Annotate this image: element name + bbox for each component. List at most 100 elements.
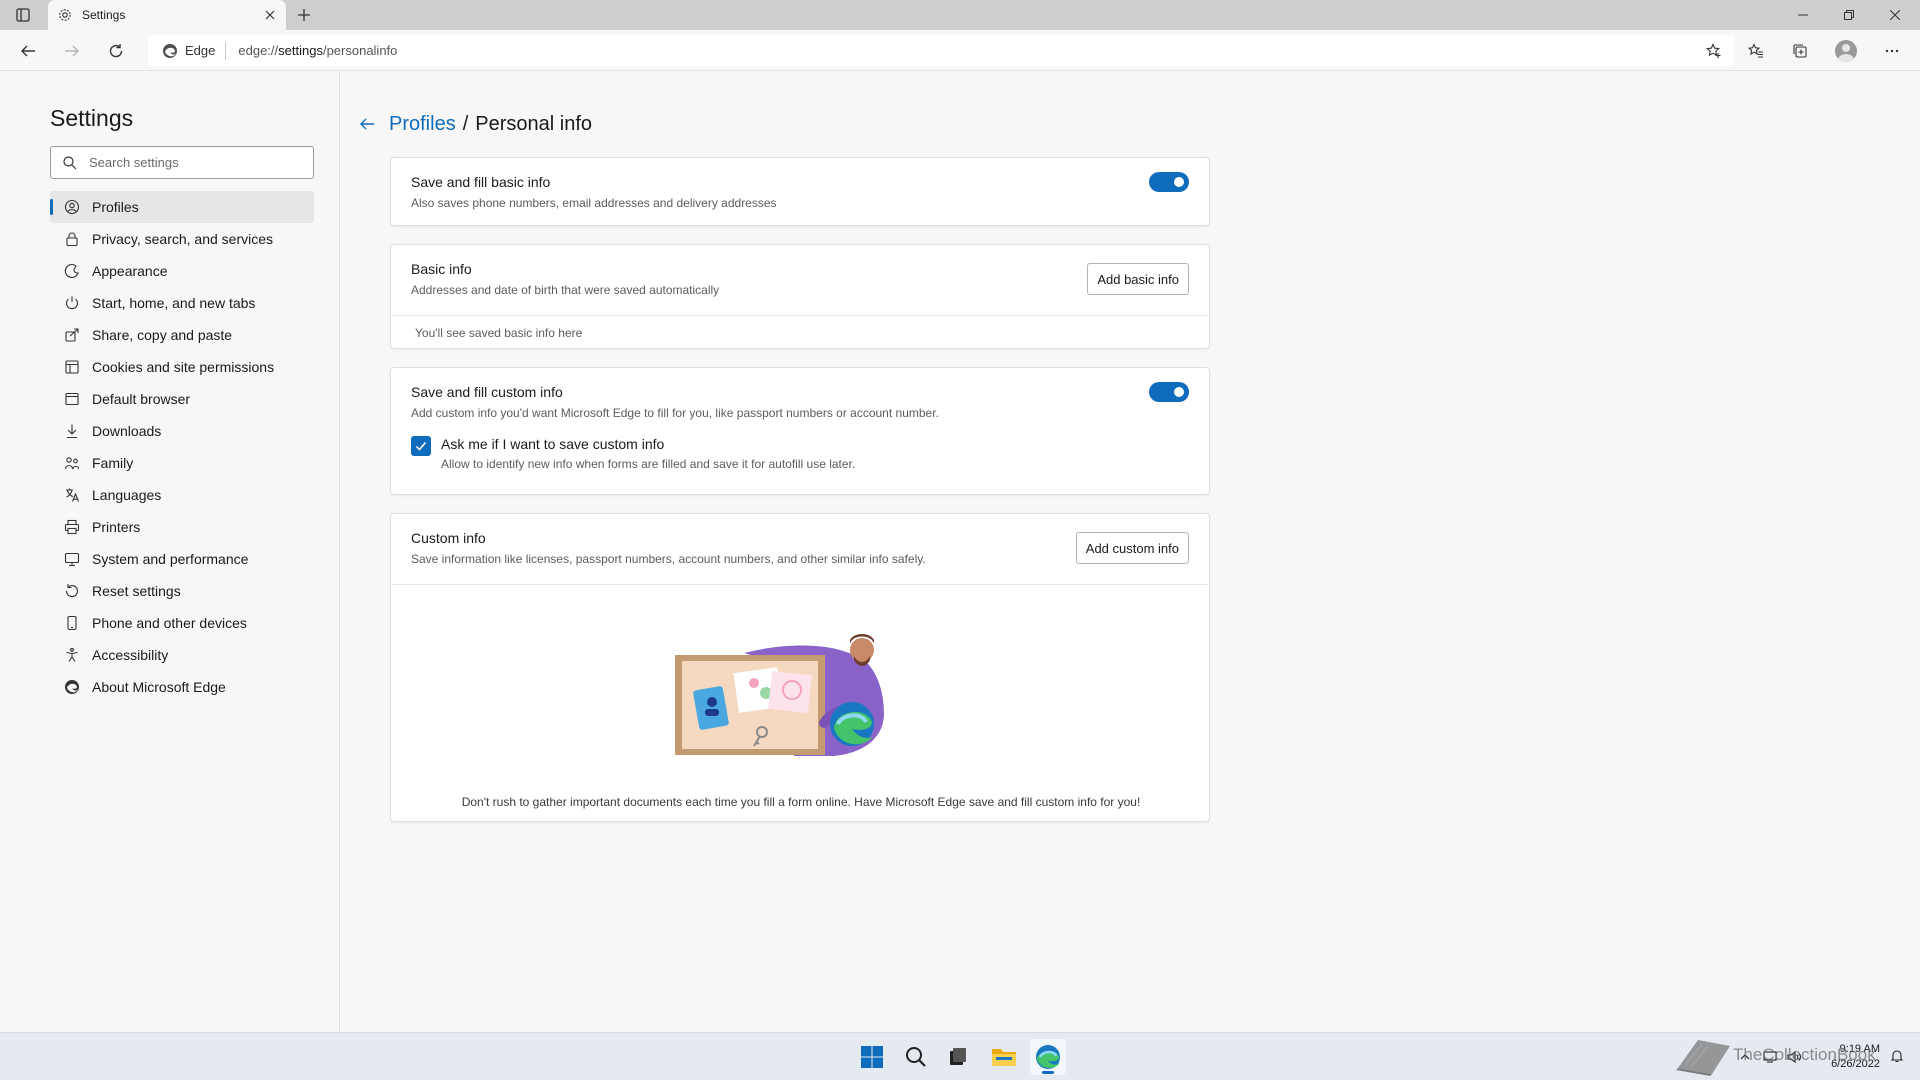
basic-info-row: Basic info Addresses and date of birth t… xyxy=(391,245,1209,315)
ask-save-custom-info-checkbox[interactable] xyxy=(411,436,431,456)
download-icon xyxy=(64,423,80,439)
sidebar-item-family[interactable]: Family xyxy=(50,447,314,479)
sidebar-item-phone[interactable]: Phone and other devices xyxy=(50,607,314,639)
browser-toolbar: Edge edge://settings/personalinfo xyxy=(0,30,1920,71)
cookies-icon xyxy=(64,359,80,375)
sidebar-item-profiles[interactable]: Profiles xyxy=(50,191,314,223)
browser-icon xyxy=(64,391,80,407)
breadcrumb: Profiles / Personal info xyxy=(357,112,592,136)
sidebar-item-privacy[interactable]: Privacy, search, and services xyxy=(50,223,314,255)
sidebar-item-downloads[interactable]: Downloads xyxy=(50,415,314,447)
sidebar-item-languages[interactable]: Languages xyxy=(50,479,314,511)
sidebar-item-label: Family xyxy=(92,455,134,471)
arrow-left-icon xyxy=(360,118,374,130)
sidebar-item-label: Share, copy and paste xyxy=(92,327,233,343)
collections-button[interactable] xyxy=(1785,36,1815,66)
sidebar-item-label: Downloads xyxy=(92,423,162,439)
sidebar-item-start-home[interactable]: Start, home, and new tabs xyxy=(50,287,314,319)
basic-info-desc: Addresses and date of birth that were sa… xyxy=(411,283,720,297)
taskbar-search-button[interactable] xyxy=(898,1039,934,1075)
breadcrumb-separator: / xyxy=(462,112,469,135)
sidebar-title: Settings xyxy=(50,105,134,131)
tab-settings[interactable]: Settings xyxy=(48,0,286,30)
sidebar-item-label: Profiles xyxy=(92,199,139,215)
tab-strip: Settings xyxy=(0,0,1920,30)
printer-icon xyxy=(64,519,80,535)
back-to-profiles-button[interactable] xyxy=(357,114,377,134)
minimize-button[interactable] xyxy=(1780,0,1826,30)
sidebar-item-cookies[interactable]: Cookies and site permissions xyxy=(50,351,314,383)
settings-content: Profiles / Personal info Save and fill b… xyxy=(341,71,1920,1032)
edge-taskbar-button[interactable] xyxy=(1030,1039,1066,1075)
restore-icon xyxy=(1844,10,1854,20)
custom-info-card: Custom info Save information like licens… xyxy=(390,513,1210,822)
sidebar-item-label: Phone and other devices xyxy=(92,615,247,631)
sidebar-item-label: Cookies and site permissions xyxy=(92,359,275,375)
settings-and-more-button[interactable] xyxy=(1877,36,1907,66)
share-icon xyxy=(64,327,80,343)
sidebar-item-accessibility[interactable]: Accessibility xyxy=(50,639,314,671)
add-custom-info-button[interactable]: Add custom info xyxy=(1075,532,1189,564)
profile-button[interactable] xyxy=(1831,36,1861,66)
sidebar-item-label: Languages xyxy=(92,487,162,503)
close-tab-button[interactable] xyxy=(262,7,278,23)
refresh-icon xyxy=(109,44,123,58)
url-suffix: /personalinfo xyxy=(322,43,398,58)
custom-info-illustration xyxy=(675,634,884,756)
notification-icon[interactable] xyxy=(1890,1049,1906,1065)
sidebar-item-printers[interactable]: Printers xyxy=(50,511,314,543)
search-placeholder: Search settings xyxy=(89,155,179,170)
favorites-button[interactable] xyxy=(1741,36,1771,66)
search-input[interactable]: Search settings xyxy=(50,146,314,179)
watermark-logo xyxy=(1676,1040,1730,1076)
task-view-button[interactable] xyxy=(940,1039,976,1075)
sidebar-item-default-browser[interactable]: Default browser xyxy=(50,383,314,415)
task-view-icon xyxy=(950,1048,966,1065)
ask-save-custom-info-row: Ask me if I want to save custom info All… xyxy=(391,436,1209,478)
sidebar-item-label: Appearance xyxy=(92,263,168,279)
watermark-text: TheCollectionBook xyxy=(1733,1045,1876,1064)
custom-info-row: Custom info Save information like licens… xyxy=(391,514,1209,584)
save-custom-info-row: Save and fill custom info Add custom inf… xyxy=(391,368,1209,436)
sidebar-item-system[interactable]: System and performance xyxy=(50,543,314,575)
profile-icon xyxy=(64,199,80,215)
custom-info-caption: Don't rush to gather important documents… xyxy=(461,795,1141,809)
site-identity[interactable]: Edge xyxy=(148,41,227,60)
edge-icon xyxy=(1036,1045,1060,1069)
favorites-icon xyxy=(1748,43,1763,58)
arrow-left-icon xyxy=(21,45,35,57)
sidebar-item-label: Accessibility xyxy=(92,647,169,663)
forward-button[interactable] xyxy=(57,36,87,66)
sidebar-item-share-copy[interactable]: Share, copy and paste xyxy=(50,319,314,351)
settings-sidebar: Settings Search settings Profiles Privac… xyxy=(0,71,340,1032)
refresh-button[interactable] xyxy=(101,36,131,66)
address-bar[interactable]: Edge edge://settings/personalinfo xyxy=(148,35,1734,66)
file-explorer-button[interactable] xyxy=(986,1039,1022,1075)
lock-icon xyxy=(64,231,80,247)
basic-info-card: Basic info Addresses and date of birth t… xyxy=(390,244,1210,349)
tab-actions-icon xyxy=(16,8,30,22)
add-basic-info-button[interactable]: Add basic info xyxy=(1087,263,1189,295)
sidebar-item-reset[interactable]: Reset settings xyxy=(50,575,314,607)
folder-icon xyxy=(992,1049,1016,1066)
sidebar-item-label: Printers xyxy=(92,519,141,535)
breadcrumb-profiles-link[interactable]: Profiles xyxy=(389,113,456,136)
custom-info-desc: Save information like licenses, passport… xyxy=(411,552,926,566)
save-custom-info-toggle[interactable] xyxy=(1149,382,1189,402)
save-basic-info-desc: Also saves phone numbers, email addresse… xyxy=(411,196,777,210)
windows-logo-icon xyxy=(861,1046,883,1068)
restore-button[interactable] xyxy=(1826,0,1872,30)
sidebar-item-appearance[interactable]: Appearance xyxy=(50,255,314,287)
new-tab-button[interactable] xyxy=(292,5,316,25)
search-icon xyxy=(63,155,77,169)
save-basic-info-toggle[interactable] xyxy=(1149,172,1189,192)
close-window-button[interactable] xyxy=(1872,0,1918,30)
tab-actions-button[interactable] xyxy=(10,5,36,25)
add-favorite-button[interactable] xyxy=(1704,41,1724,61)
sidebar-item-label: Start, home, and new tabs xyxy=(92,295,256,311)
back-button[interactable] xyxy=(13,36,43,66)
sidebar-item-label: Reset settings xyxy=(92,583,181,599)
start-button[interactable] xyxy=(854,1039,890,1075)
save-custom-info-title: Save and fill custom info xyxy=(411,384,563,400)
sidebar-item-about[interactable]: About Microsoft Edge xyxy=(50,671,314,703)
